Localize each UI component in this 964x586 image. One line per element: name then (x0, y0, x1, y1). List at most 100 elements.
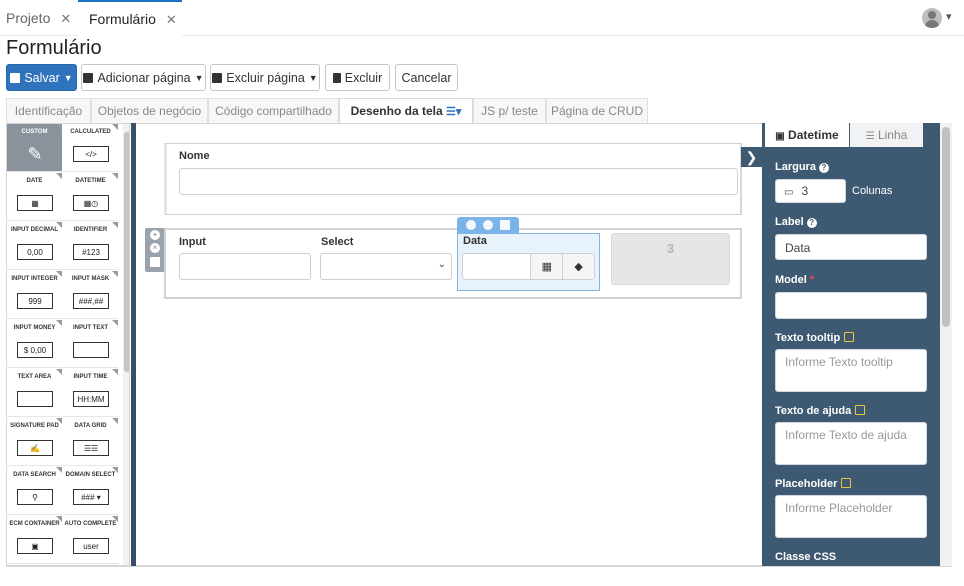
copy-icon[interactable] (500, 220, 510, 230)
largura-value: 3 (801, 184, 809, 198)
palette-item[interactable]: SIGNATURE PAD ✍ (7, 418, 62, 466)
label-text: Texto tooltip (775, 332, 841, 344)
tab-pagina-crud[interactable]: Página de CRUD (546, 98, 648, 123)
tooltip-textarea[interactable]: Informe Texto tooltip (775, 349, 927, 392)
tooltip-label: Texto tooltip (775, 332, 855, 344)
delete-button[interactable]: Excluir (325, 64, 390, 91)
edit-icon[interactable] (841, 478, 852, 488)
palette-item[interactable]: DOMAIN SELECT ### ▾ (63, 467, 118, 515)
placeholder-label: Placeholder (775, 478, 852, 490)
top-tab-bar: Projeto ✕ Formulário ✕ ▾ (0, 0, 964, 36)
search-icon: ⚲ (17, 489, 53, 505)
palette-item[interactable]: INPUT MASK ###,## (63, 271, 118, 319)
plus-square-icon (83, 72, 94, 83)
placeholder-textarea[interactable]: Informe Placeholder (775, 495, 927, 538)
remove-icon[interactable] (483, 220, 493, 230)
add-icon[interactable]: + (150, 230, 160, 240)
add-page-label: Adicionar página (97, 70, 191, 85)
save-button[interactable]: Salvar ▼ (6, 64, 77, 91)
drag-corner-icon (56, 418, 62, 424)
chevron-down-icon[interactable]: ▾ (946, 10, 952, 23)
palette-item-label: INPUT INTEGER (11, 276, 58, 282)
palette-item[interactable]: DATETIME ▦◷ (63, 173, 118, 221)
label-text: Texto de ajuda (775, 405, 852, 417)
palette-item-label: DATETIME (75, 178, 106, 184)
colunas-label: Colunas (852, 185, 893, 197)
model-input[interactable] (775, 292, 927, 319)
tab-datetime[interactable]: ▣ Datetime (765, 123, 849, 147)
caret-down-icon: ▼ (308, 72, 318, 83)
model-label: Model * (775, 274, 814, 286)
help-icon[interactable]: ? (818, 163, 829, 173)
close-icon[interactable]: ✕ (60, 11, 71, 26)
label-text: Label (775, 216, 804, 228)
decimal-icon: 0,00 (17, 244, 53, 260)
largura-input[interactable]: ▭ 3 (775, 179, 846, 203)
palette-item[interactable]: TEXT AREA (7, 369, 62, 417)
tab-identificacao[interactable]: Identificação (6, 98, 91, 123)
palette-item[interactable]: INPUT TIME HH:MM (63, 369, 118, 417)
palette-item[interactable]: CUSTOM ✎ (7, 124, 62, 172)
input-field[interactable] (179, 253, 311, 280)
remove-icon[interactable]: × (150, 243, 160, 253)
tab-js-teste[interactable]: JS p/ teste (473, 98, 546, 123)
cancel-button[interactable]: Cancelar (395, 64, 458, 91)
eraser-icon[interactable]: ◆ (562, 254, 595, 279)
save-icon (10, 72, 21, 83)
edit-icon[interactable] (855, 405, 866, 415)
tab-desenho[interactable]: Desenho da tela ☰▾ (339, 98, 473, 124)
integer-icon: 999 (17, 293, 53, 309)
copy-icon[interactable] (150, 257, 160, 267)
label-input[interactable]: Data (775, 234, 927, 260)
palette-item[interactable]: ECM CONTAINER ▣ (7, 516, 62, 564)
edit-icon[interactable] (844, 332, 855, 342)
palette-item[interactable]: AUTO COMPLETE user (63, 516, 118, 564)
palette-item[interactable]: INPUT MONEY $ 0,00 (7, 320, 62, 368)
drag-corner-icon (112, 320, 118, 326)
palette-item[interactable]: INPUT INTEGER 999 (7, 271, 62, 319)
move-up-icon[interactable] (466, 220, 476, 230)
drag-corner-icon (112, 271, 118, 277)
delete-page-label: Excluir página (226, 70, 305, 85)
palette-item[interactable]: INPUT DECIMAL 0,00 (7, 222, 62, 270)
empty-column-slot[interactable]: 3 (611, 233, 730, 285)
nome-input[interactable] (179, 168, 738, 195)
help-textarea[interactable]: Informe Texto de ajuda (775, 422, 927, 465)
tab-codigo[interactable]: Código compartilhado (208, 98, 339, 123)
palette-item[interactable]: IDENTIFIER #123 (63, 222, 118, 270)
delete-page-button[interactable]: Excluir página ▼ (210, 64, 320, 91)
caret-down-icon: ▼ (63, 72, 73, 83)
date-input[interactable] (463, 254, 530, 279)
palette-item-label: INPUT TIME (73, 374, 108, 380)
palette-item[interactable]: INPUT TEXT (63, 320, 118, 368)
form-row-1[interactable]: Nome (164, 143, 742, 215)
data-column-selected[interactable]: Data ▦ ◆ (457, 233, 600, 291)
avatar[interactable] (922, 8, 942, 28)
select-field[interactable]: ⌄ (320, 253, 452, 280)
chevron-down-icon: ⌄ (437, 259, 446, 270)
palette-item-label: DATA SEARCH (13, 472, 56, 478)
tab-objetos[interactable]: Objetos de negócio (91, 98, 208, 123)
palette-item-label: SIGNATURE PAD (10, 423, 59, 429)
collapse-panel-icon[interactable]: ❯ (741, 147, 762, 167)
ecm-icon: ▣ (17, 538, 53, 554)
tab-projeto[interactable]: Projeto ✕ (6, 0, 71, 36)
close-icon[interactable]: ✕ (166, 12, 177, 27)
label-text: Model (775, 274, 807, 286)
palette-item-label: AUTO COMPLETE (64, 521, 117, 527)
tab-linha[interactable]: ☰ Linha (850, 123, 923, 147)
palette-item[interactable]: DATA GRID ☰☰ (63, 418, 118, 466)
signature-icon: ✍ (17, 440, 53, 456)
help-icon[interactable]: ? (806, 218, 817, 228)
palette-item[interactable]: DATE ▦ (7, 173, 62, 221)
date-input-group[interactable]: ▦ ◆ (462, 253, 595, 280)
palette-item-label: CALCULATED (70, 129, 111, 135)
list-icon[interactable]: ☰▾ (446, 106, 461, 118)
palette-item[interactable]: DATA SEARCH ⚲ (7, 467, 62, 515)
panel-scrollbar-thumb[interactable] (942, 127, 950, 327)
tab-formulario[interactable]: Formulário ✕ (78, 0, 182, 36)
calendar-icon[interactable]: ▦ (530, 254, 563, 279)
palette-item[interactable]: CALCULATED </> (63, 124, 118, 172)
add-page-button[interactable]: Adicionar página ▼ (81, 64, 206, 91)
edit-icon: ✎ (27, 143, 43, 164)
